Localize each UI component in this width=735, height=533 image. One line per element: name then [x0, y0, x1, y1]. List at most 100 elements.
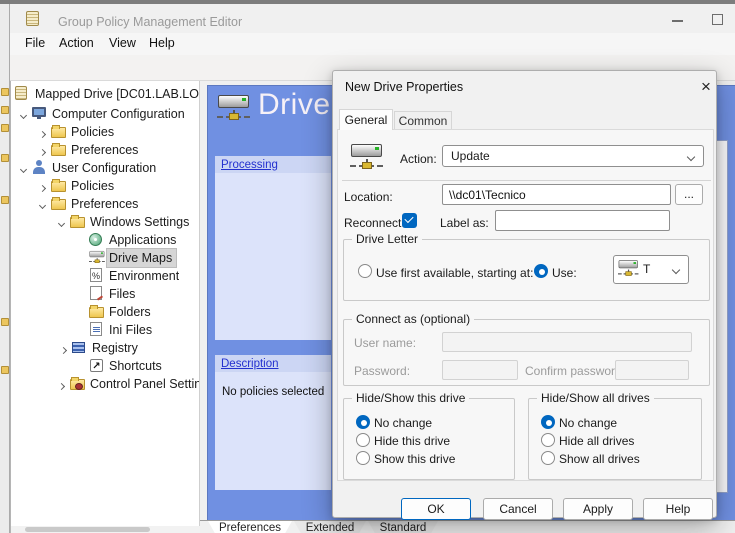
- tree-item-control-panel-settings[interactable]: Control Panel Setting: [11, 375, 200, 393]
- show-all-drives-radio[interactable]: [541, 451, 555, 465]
- minimize-button[interactable]: [672, 20, 683, 22]
- drive-letter-dropdown[interactable]: T: [613, 255, 689, 284]
- tree-item-registry[interactable]: Registry: [11, 339, 200, 357]
- this-no-change-label: No change: [374, 416, 432, 430]
- reconnect-label: Reconnect:: [344, 216, 405, 230]
- maximize-button[interactable]: [712, 14, 723, 25]
- tab-standard[interactable]: Standard: [368, 521, 438, 533]
- tree-item-user-policies[interactable]: Policies: [11, 177, 200, 195]
- menu-file[interactable]: File: [25, 36, 45, 50]
- drive-maps-icon: [89, 250, 107, 266]
- tree-item-computer-configuration[interactable]: Computer Configuration: [11, 105, 200, 123]
- password-label: Password:: [354, 364, 410, 378]
- view-tabs-strip: Preferences Extended Standard: [200, 520, 735, 533]
- background-folder-icon: [1, 196, 9, 204]
- collapse-chevron-icon[interactable]: [15, 164, 32, 172]
- hide-show-this-drive-group: Hide/Show this drive No change Hide this…: [343, 398, 515, 480]
- tree-item-environment[interactable]: % Environment: [11, 267, 200, 285]
- folder-icon: [70, 214, 88, 230]
- drive-letter-icon: [618, 259, 639, 276]
- menu-help[interactable]: Help: [149, 36, 175, 50]
- tree-item-user-configuration[interactable]: User Configuration: [11, 159, 200, 177]
- new-drive-properties-dialog: New Drive Properties × General Common Ac…: [332, 70, 717, 518]
- apply-button[interactable]: Apply: [563, 498, 633, 520]
- confirm-password-label: Confirm password:: [525, 364, 625, 378]
- close-icon[interactable]: ×: [697, 78, 715, 96]
- expand-chevron-icon[interactable]: [34, 145, 51, 155]
- expand-chevron-icon[interactable]: [53, 379, 70, 389]
- show-all-drives-label: Show all drives: [559, 452, 640, 466]
- gpo-scroll-icon: [15, 86, 33, 102]
- expand-chevron-icon[interactable]: [34, 181, 51, 191]
- collapse-chevron-icon[interactable]: [53, 218, 70, 226]
- tree-item-policies[interactable]: Policies: [11, 123, 200, 141]
- tab-general[interactable]: General: [339, 109, 393, 130]
- background-folder-icon: [1, 106, 9, 114]
- location-label: Location:: [344, 190, 393, 204]
- all-no-change-radio[interactable]: [541, 415, 555, 429]
- tree-scrollbar-thumb[interactable]: [25, 527, 150, 532]
- drive-maps-header-icon: [217, 93, 251, 121]
- tree-item-applications[interactable]: Applications: [11, 231, 200, 249]
- tab-extended[interactable]: Extended: [294, 521, 366, 533]
- location-input[interactable]: [442, 184, 671, 205]
- environment-icon: %: [89, 268, 107, 284]
- browse-button[interactable]: ...: [675, 184, 703, 205]
- collapse-chevron-icon[interactable]: [34, 200, 51, 208]
- drive-letter-value: T: [643, 256, 650, 283]
- background-folder-icon: [1, 124, 9, 132]
- use-radio[interactable]: [534, 264, 548, 278]
- tree-item-preferences[interactable]: Preferences: [11, 141, 200, 159]
- description-link[interactable]: Description: [221, 358, 279, 370]
- chevron-down-icon: [687, 153, 695, 161]
- collapse-chevron-icon[interactable]: [15, 110, 32, 118]
- tree-item-shortcuts[interactable]: ↗ Shortcuts: [11, 357, 200, 375]
- tree-item-ini-files[interactable]: Ini Files: [11, 321, 200, 339]
- folder-icon: [51, 178, 69, 194]
- use-first-available-radio[interactable]: [358, 264, 372, 278]
- tab-preferences[interactable]: Preferences: [208, 521, 292, 533]
- folder-icon: [51, 196, 69, 212]
- processing-link[interactable]: Processing: [221, 159, 278, 171]
- drive-letter-title: Drive Letter: [352, 232, 422, 246]
- hide-show-all-drives-group: Hide/Show all drives No change Hide all …: [528, 398, 702, 480]
- connect-as-title: Connect as (optional): [352, 312, 474, 326]
- action-value: Update: [451, 149, 490, 163]
- tree-item-files[interactable]: Files: [11, 285, 200, 303]
- tree-item-user-preferences[interactable]: Preferences: [11, 195, 200, 213]
- hide-all-drives-radio[interactable]: [541, 433, 555, 447]
- show-this-drive-radio[interactable]: [356, 451, 370, 465]
- registry-icon: [72, 340, 90, 356]
- empty-selection-message: No policies selected: [222, 386, 324, 398]
- processing-section-header: Processing: [215, 156, 331, 173]
- menu-action[interactable]: Action: [59, 36, 94, 50]
- tree-item-folders[interactable]: Folders: [11, 303, 200, 321]
- description-panel: No policies selected: [215, 372, 331, 490]
- gpme-app-icon: [26, 11, 39, 26]
- expand-chevron-icon[interactable]: [34, 127, 51, 137]
- hide-show-all-title: Hide/Show all drives: [537, 391, 654, 405]
- background-folder-icon: [1, 154, 9, 162]
- label-as-input[interactable]: [495, 210, 670, 231]
- action-dropdown[interactable]: Update: [442, 145, 704, 167]
- background-folder-icon: [1, 366, 9, 374]
- menu-view[interactable]: View: [109, 36, 136, 50]
- folder-icon: [51, 124, 69, 140]
- cancel-button[interactable]: Cancel: [483, 498, 553, 520]
- help-button[interactable]: Help: [643, 498, 713, 520]
- ok-button[interactable]: OK: [401, 498, 471, 520]
- dialog-title: New Drive Properties: [345, 80, 463, 94]
- drive-action-icon: [350, 142, 384, 170]
- all-no-change-label: No change: [559, 416, 617, 430]
- hide-this-drive-radio[interactable]: [356, 433, 370, 447]
- drive-letter-group: Drive Letter Use first available, starti…: [343, 239, 710, 301]
- tree-item-windows-settings[interactable]: Windows Settings: [11, 213, 200, 231]
- computer-icon: [32, 106, 50, 122]
- connect-as-group: Connect as (optional) User name: Passwor…: [343, 319, 710, 386]
- tree-item-drive-maps[interactable]: Drive Maps: [11, 249, 200, 267]
- reconnect-checkbox[interactable]: [402, 213, 417, 228]
- tab-common[interactable]: Common: [394, 111, 452, 130]
- expand-chevron-icon[interactable]: [55, 343, 72, 353]
- this-no-change-radio[interactable]: [356, 415, 370, 429]
- tree-item-root[interactable]: Mapped Drive [DC01.LAB.LOCA: [11, 85, 200, 103]
